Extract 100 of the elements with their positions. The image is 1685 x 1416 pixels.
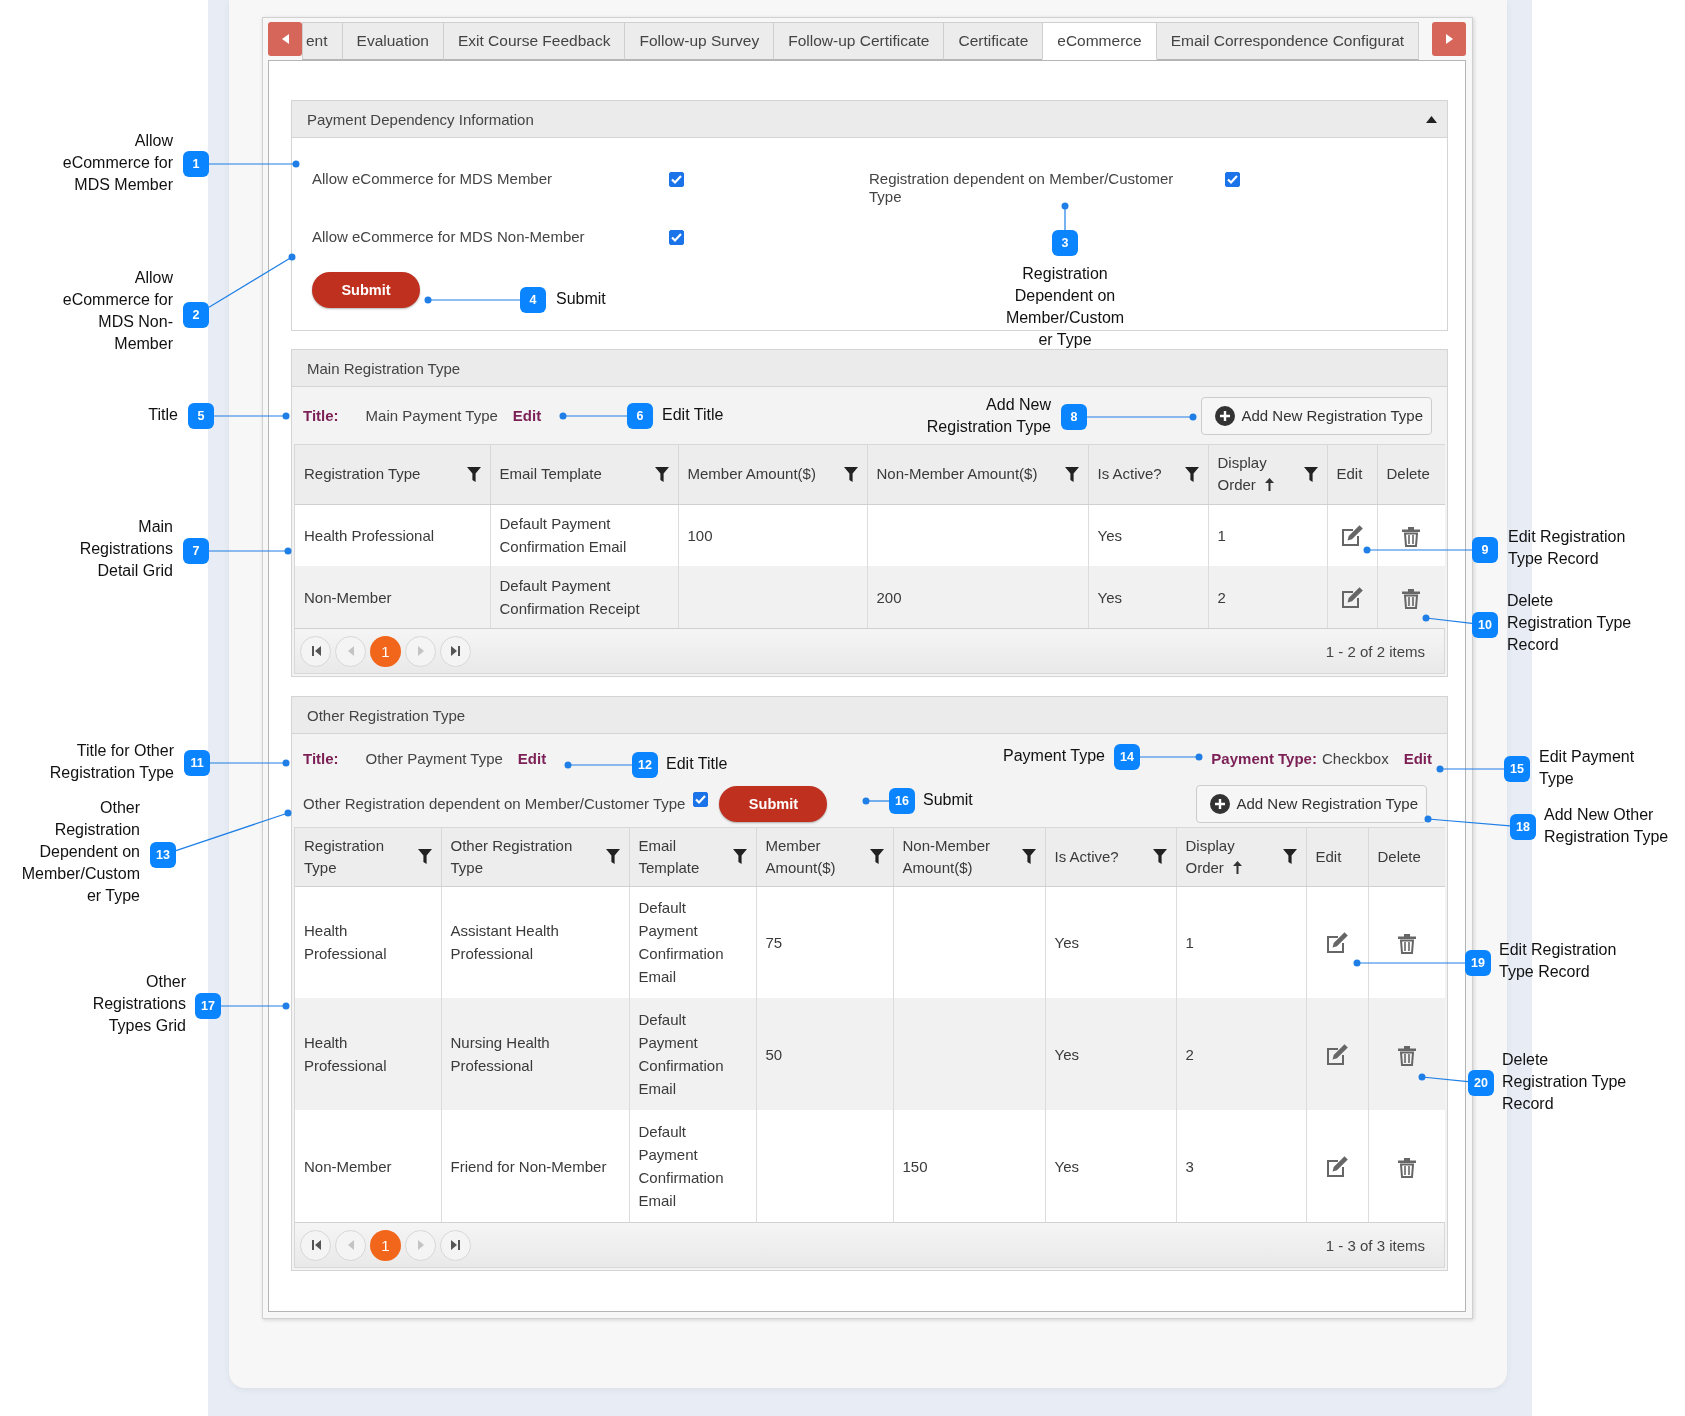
filter-icon[interactable] [654,466,669,482]
table-cell: Default Payment Confirmation Receipt [490,566,678,628]
triangle-right-icon [415,646,426,656]
tab[interactable]: Follow-up Certificate [773,22,945,60]
callout-badge: 1 [183,151,209,177]
callout-badge: 5 [188,403,214,429]
callout-badge: 6 [627,403,653,429]
trash-icon[interactable] [1397,1045,1416,1066]
column-header: Email Template [638,836,700,876]
table-cell: Nursing Health Professional [441,998,629,1110]
scroll-left-button[interactable] [268,22,302,56]
table-cell: Assistant Health Professional [441,886,629,998]
callout-text: Edit Registration Type Record [1499,940,1617,982]
filter-icon[interactable] [466,466,481,482]
triangle-right-icon [415,1240,426,1250]
edit-link[interactable]: Edit [517,749,547,767]
tab[interactable]: Evaluation [341,22,444,60]
pager-summary: 1 - 2 of 2 items [1325,642,1425,660]
filter-icon[interactable] [417,849,432,865]
tab[interactable]: Exit Course Feedback [442,22,626,60]
table-cell: 1 [1176,886,1306,998]
sort-arrow-icon[interactable] [1264,478,1274,492]
filter-icon[interactable] [1303,466,1318,482]
trash-icon[interactable] [1397,933,1416,954]
first-page-button[interactable] [300,1229,331,1261]
checkbox[interactable] [693,792,709,807]
table-cell: Health Professional [295,886,441,998]
table-cell: 2 [1176,998,1306,1110]
filter-icon[interactable] [1282,849,1297,865]
tab[interactable]: Certificate [943,22,1044,60]
tab[interactable]: ent [302,22,343,60]
callout-text: Edit Title [666,754,728,774]
callout-badge: 4 [520,287,546,313]
table-cell: Yes [1045,998,1176,1110]
callout-text: Allow eCommerce for MDS Non- Member [62,268,173,354]
filter-icon[interactable] [605,849,620,865]
table-cell: 100 [678,504,867,566]
callout-text: Delete Registration Type Record [1507,591,1632,655]
last-page-button[interactable] [440,1229,471,1261]
callout-text: Submit [923,790,973,810]
plus-circle-icon [1209,793,1230,814]
filter-icon[interactable] [732,849,747,865]
first-page-button[interactable] [300,635,331,667]
edit-link[interactable]: Edit [512,407,542,424]
callout-text: Add New Other Registration Type [1544,805,1669,847]
table-cell: Default Payment Confirmation Email [490,504,678,566]
add-registration-type-button[interactable]: Add New Registration Type [1195,784,1427,823]
edit-icon[interactable] [1325,1154,1349,1179]
callout-badge: 18 [1510,814,1536,840]
submit-button[interactable]: Submit [719,785,828,822]
checkbox[interactable] [669,230,684,245]
option-label: Allow eCommerce for MDS Non-Member [312,228,586,246]
callout-text: Edit Title [662,405,724,425]
filter-icon[interactable] [1021,849,1036,865]
filter-icon[interactable] [869,849,884,865]
table-cell: Non-Member [295,566,490,628]
trash-icon[interactable] [1402,588,1421,609]
callout-text: Title [148,405,178,425]
callout-badge: 9 [1472,537,1498,563]
title-label: Title: [303,749,339,767]
add-registration-type-button[interactable]: Add New Registration Type [1200,396,1432,435]
option-label: Registration dependent on Member/Customer Type [869,170,1174,206]
checkbox[interactable] [1225,172,1240,187]
filter-icon[interactable] [1184,466,1199,482]
collapse-icon[interactable] [1426,115,1437,123]
filter-icon[interactable] [1152,849,1167,865]
submit-button[interactable]: Submit [312,272,420,308]
table-cell: Friend for Non-Member [441,1110,629,1222]
scroll-right-button[interactable] [1432,22,1466,56]
payment-type-label: Payment Type: [1211,749,1317,767]
triangle-right-icon [1445,34,1453,44]
edit-icon[interactable] [1325,930,1349,955]
table-cell: Health Professional [295,504,490,566]
table-cell: Yes [1088,504,1208,566]
column-header: Edit [1315,847,1342,865]
leader-line [220,1002,290,1010]
callout-text: Title for Other Registration Type [49,741,174,783]
tab[interactable]: Follow-up Survey [624,22,775,60]
column-header: Edit [1336,465,1363,483]
filter-icon[interactable] [1064,466,1079,482]
trash-icon[interactable] [1397,1157,1416,1178]
edit-icon[interactable] [1325,1042,1349,1067]
edit-icon[interactable] [1340,523,1364,548]
skip-start-icon [310,646,321,656]
trash-icon[interactable] [1402,526,1421,547]
sort-arrow-icon[interactable] [1232,860,1242,874]
table-cell: Default Payment Confirmation Email [629,998,756,1110]
tab[interactable]: Email Correspondence Configurat [1155,22,1420,60]
edit-link[interactable]: Edit [1403,749,1432,767]
skip-end-icon [450,646,461,656]
leader-line [564,761,633,769]
last-page-button[interactable] [440,635,471,667]
leader-line [1422,614,1473,625]
leader-line [862,797,890,805]
checkbox[interactable] [669,172,684,187]
filter-icon[interactable] [843,466,858,482]
callout-badge: 11 [184,750,210,776]
table-cell: 3 [1176,1110,1306,1222]
tab[interactable]: eCommerce [1042,22,1157,60]
edit-icon[interactable] [1340,585,1364,610]
